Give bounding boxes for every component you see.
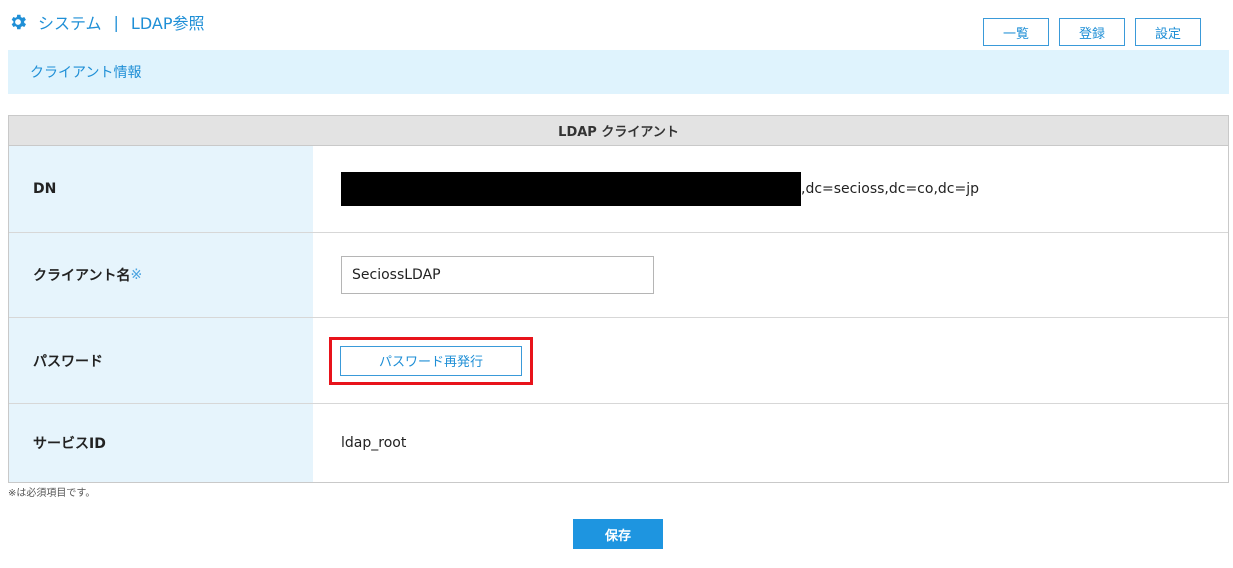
password-label: パスワード [9, 318, 313, 403]
header-page: LDAP参照 [130, 14, 205, 33]
client-name-label-text: クライアント名 [33, 268, 131, 284]
header-title: システム | LDAP参照 [8, 10, 204, 34]
dn-value: ,dc=secioss,dc=co,dc=jp [313, 146, 1228, 232]
header-section: システム [38, 14, 102, 33]
dn-label: DN [9, 146, 313, 232]
register-button[interactable]: 登録 [1059, 18, 1125, 46]
service-id-label: サービスID [9, 404, 313, 482]
client-name-input[interactable] [341, 256, 654, 294]
settings-button[interactable]: 設定 [1135, 18, 1201, 46]
required-mark: ※ [130, 267, 143, 283]
client-name-row: クライアント名 ※ [9, 233, 1228, 318]
client-panel: LDAP クライアント DN ,dc=secioss,dc=co,dc=jp ク… [8, 115, 1229, 483]
client-name-label: クライアント名 ※ [9, 233, 313, 317]
service-id-row: サービスID ldap_root [9, 404, 1228, 482]
client-name-value [313, 233, 1228, 317]
dn-row: DN ,dc=secioss,dc=co,dc=jp [9, 146, 1228, 233]
password-reissue-button[interactable]: パスワード再発行 [340, 345, 522, 376]
gear-icon [11, 14, 26, 30]
subheader-bar: クライアント情報 [8, 50, 1229, 94]
service-id-value: ldap_root [341, 435, 407, 451]
password-value: パスワード再発行 [313, 318, 1228, 403]
highlight-box: パスワード再発行 [329, 336, 533, 385]
dn-suffix: ,dc=secioss,dc=co,dc=jp [801, 181, 979, 197]
header-separator: | [113, 12, 119, 32]
top-button-group: 一覧 登録 設定 [983, 18, 1201, 46]
page-header: システム | LDAP参照 一覧 登録 設定 [0, 0, 1233, 50]
required-note: ※は必須項目です。 [8, 488, 96, 499]
panel-title: LDAP クライアント [9, 116, 1228, 146]
password-row: パスワード パスワード再発行 [9, 318, 1228, 404]
list-button[interactable]: 一覧 [983, 18, 1049, 46]
save-button[interactable]: 保存 [573, 519, 663, 549]
redacted-block [341, 172, 801, 206]
subheader-title: クライアント情報 [30, 65, 142, 81]
